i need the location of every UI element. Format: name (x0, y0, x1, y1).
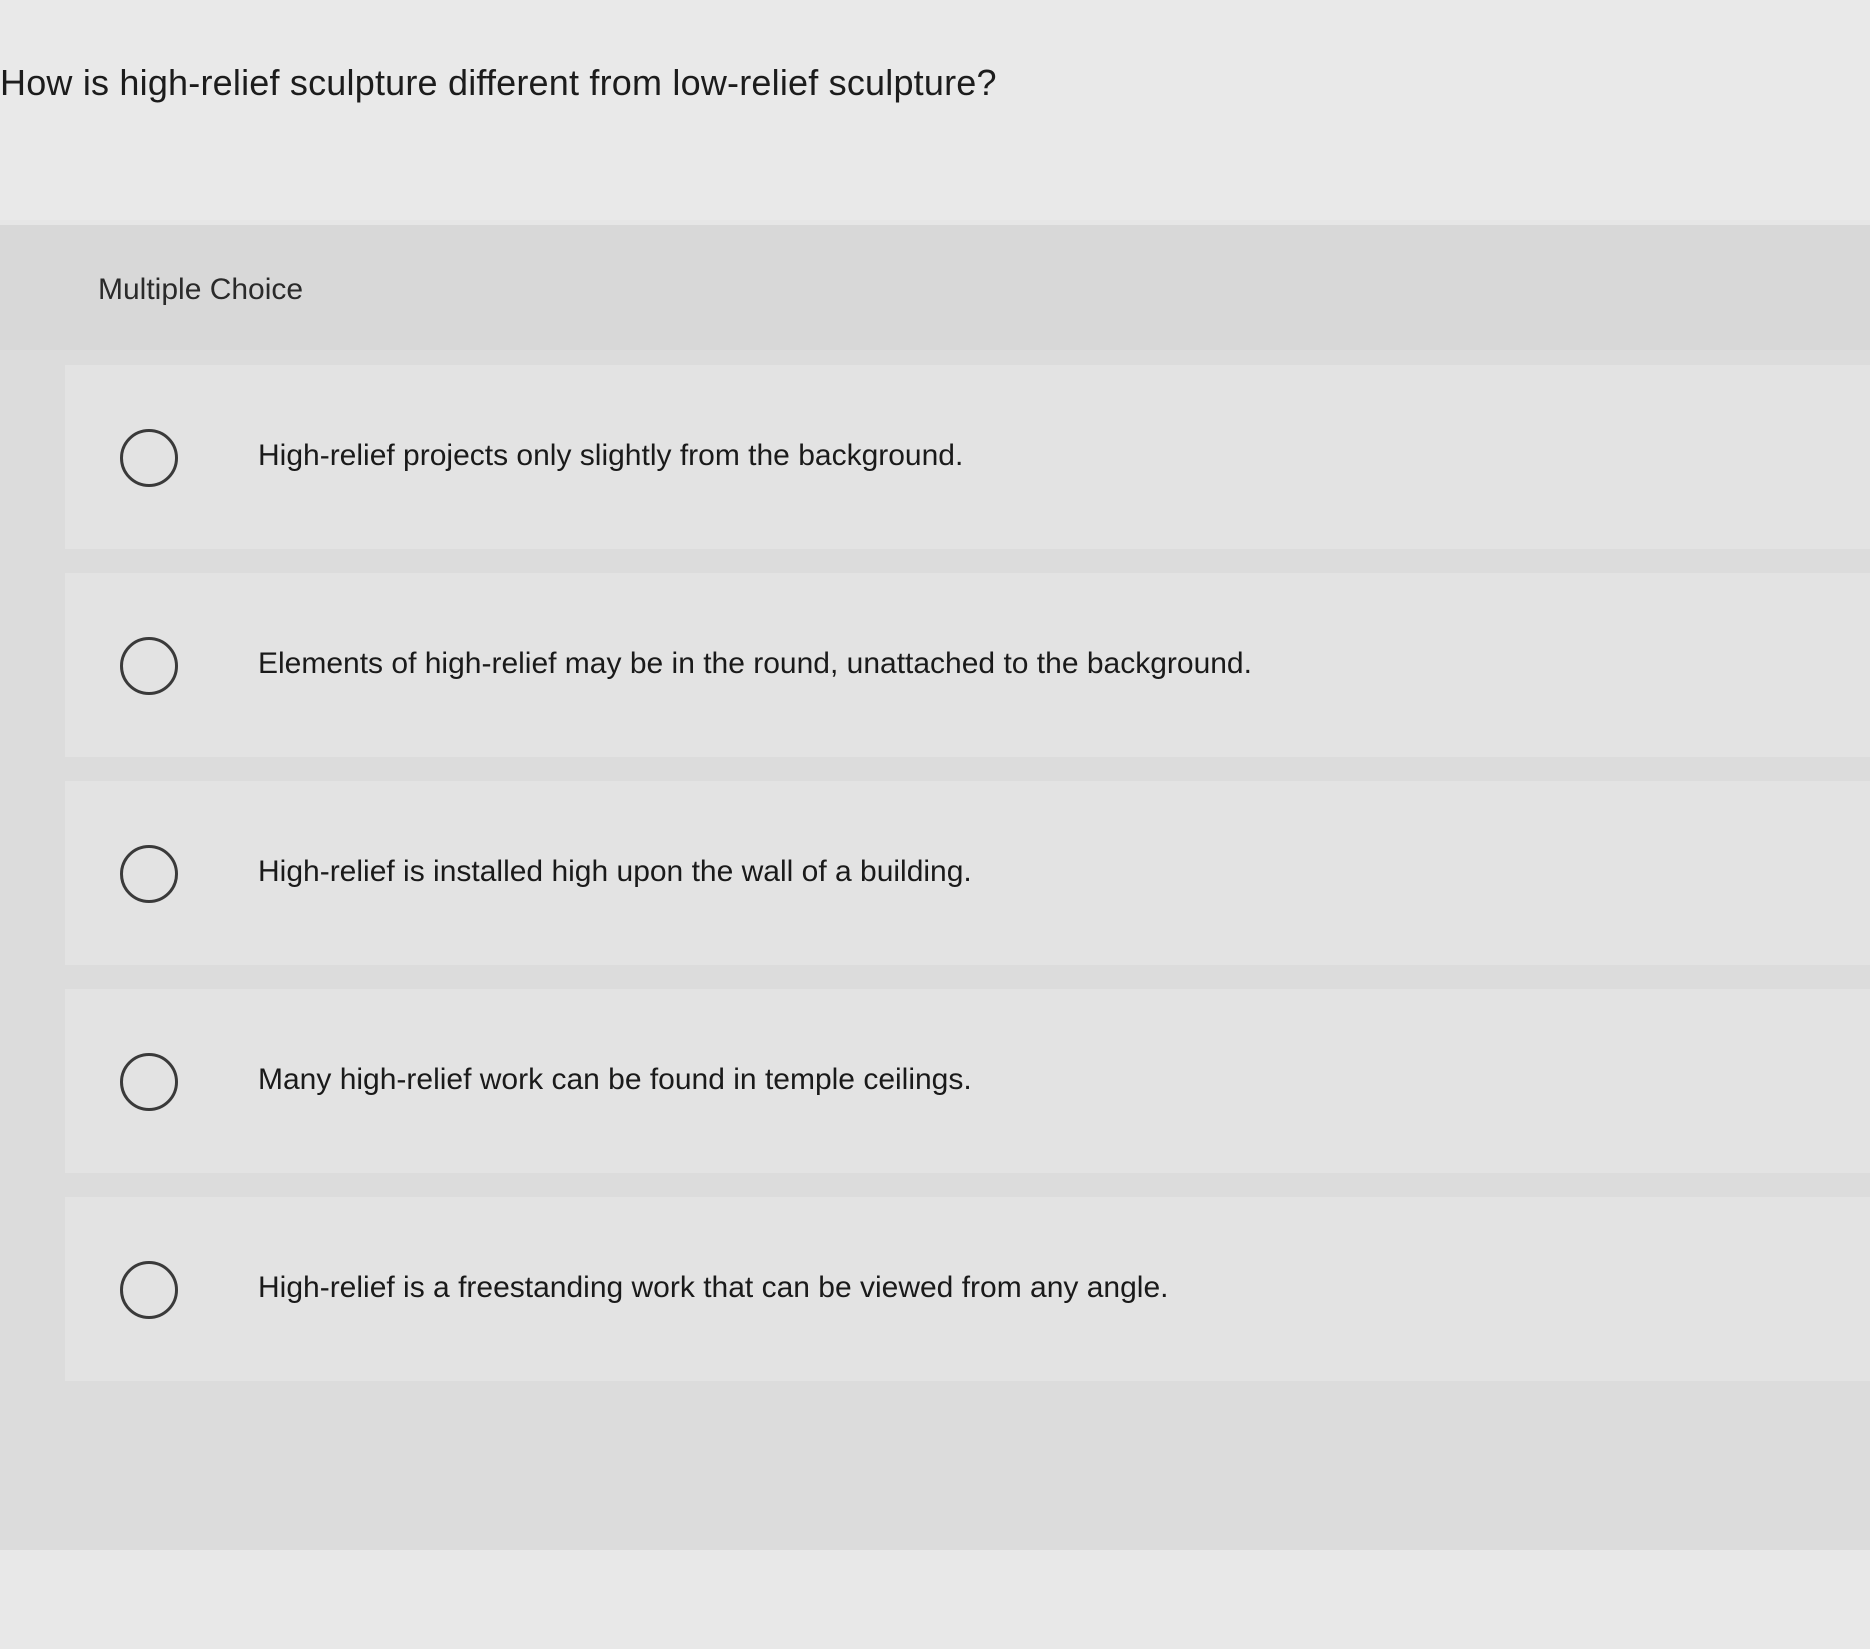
radio-button-icon[interactable] (120, 1261, 178, 1319)
multiple-choice-header: Multiple Choice (0, 225, 1870, 350)
radio-button-icon[interactable] (120, 845, 178, 903)
answer-option-text: Many high-relief work can be found in te… (258, 1063, 972, 1096)
answer-option-3[interactable]: High-relief is installed high upon the w… (65, 781, 1870, 965)
answer-option-text: High-relief projects only slightly from … (258, 439, 964, 472)
radio-button-icon[interactable] (120, 429, 178, 487)
answer-option-2[interactable]: Elements of high-relief may be in the ro… (65, 573, 1870, 757)
answer-option-text: High-relief is installed high upon the w… (258, 855, 972, 888)
multiple-choice-label: Multiple Choice (98, 273, 304, 306)
multiple-choice-panel: Multiple Choice High-relief projects onl… (0, 225, 1870, 1550)
answer-option-5[interactable]: High-relief is a freestanding work that … (65, 1197, 1870, 1381)
answer-option-1[interactable]: High-relief projects only slightly from … (65, 365, 1870, 549)
answer-option-text: High-relief is a freestanding work that … (258, 1271, 1169, 1304)
radio-button-icon[interactable] (120, 637, 178, 695)
radio-button-icon[interactable] (120, 1053, 178, 1111)
question-text: How is high-relief sculpture different f… (0, 62, 997, 103)
bottom-strip (0, 1550, 1870, 1649)
answer-option-list: High-relief projects only slightly from … (65, 365, 1870, 1405)
answer-option-4[interactable]: Many high-relief work can be found in te… (65, 989, 1870, 1173)
question-area: How is high-relief sculpture different f… (0, 0, 1870, 220)
answer-option-text: Elements of high-relief may be in the ro… (258, 647, 1252, 680)
